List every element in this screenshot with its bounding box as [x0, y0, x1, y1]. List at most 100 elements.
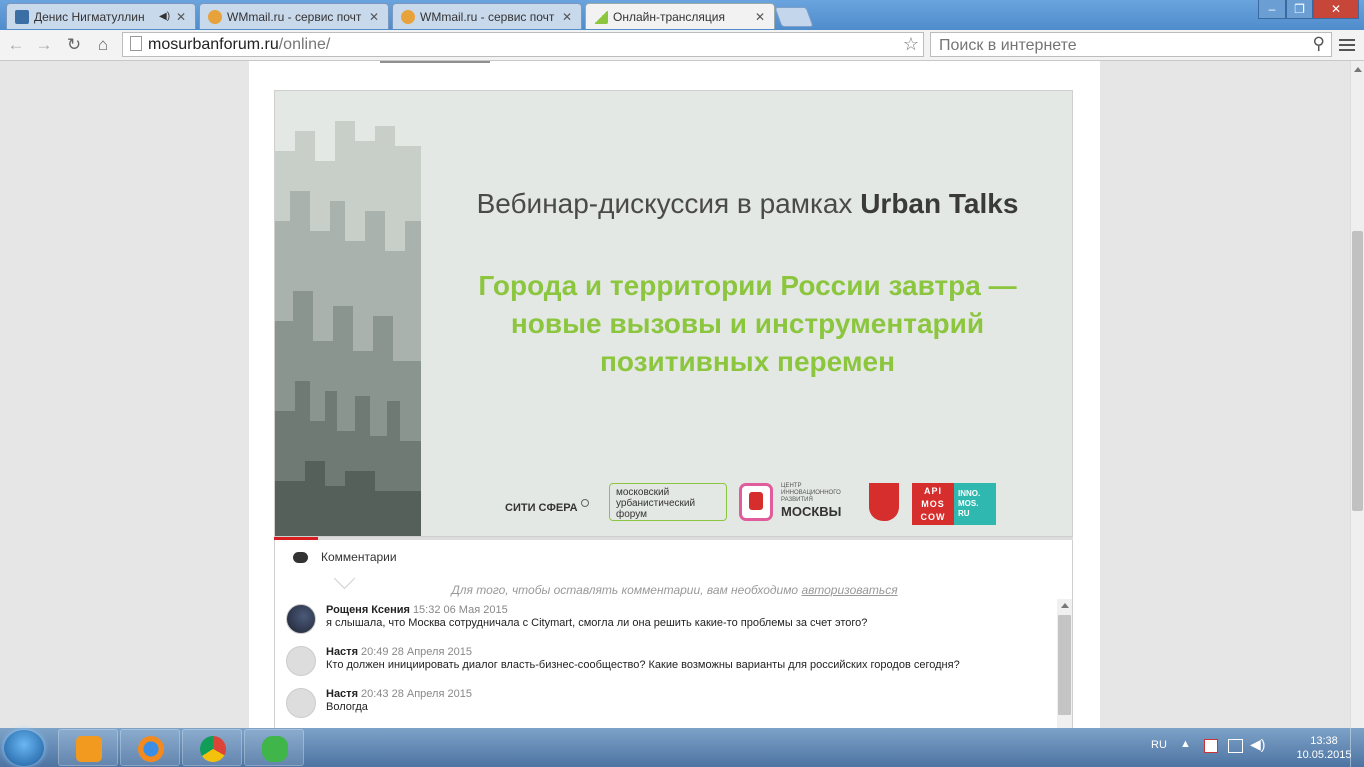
close-icon[interactable]: ✕ — [559, 10, 575, 24]
chrome-icon — [200, 736, 226, 762]
inno-mos-logo: INNO. MOS. RU — [954, 483, 996, 525]
comment-author-name: Рощеня Ксения — [326, 604, 410, 616]
tab-label: WMmail.ru - сервис почт — [227, 9, 362, 24]
page-scroll-thumb[interactable] — [1352, 231, 1363, 511]
sponsor-logos: СИТИ СФЕРА московский урбанистический фо… — [421, 479, 1072, 529]
close-icon[interactable]: ✕ — [366, 10, 382, 24]
login-link[interactable]: авторизоваться — [801, 583, 897, 597]
url-path: /online/ — [278, 36, 331, 53]
comment-text: Кто должен инициировать диалог власть-би… — [326, 659, 960, 671]
tab-label: Онлайн-трансляция — [613, 9, 726, 24]
logo-text: форум — [616, 509, 648, 520]
comments-scrollbar[interactable] — [1057, 599, 1072, 728]
bookmark-star-icon[interactable]: ☆ — [903, 33, 919, 56]
video-banner[interactable]: Вебинар-дискуссия в рамках Urban Talks Г… — [274, 90, 1073, 537]
scroll-up-arrow-icon[interactable] — [1061, 603, 1069, 608]
auth-notice-text: Для того, чтобы оставлять комментарии, в… — [451, 583, 799, 597]
clock[interactable]: 13:38 10.05.2015 — [1294, 734, 1354, 762]
comment-author-name: Настя — [326, 688, 358, 700]
avatar — [286, 646, 316, 676]
page-icon — [130, 36, 142, 51]
speaker-icon: ◀) — [159, 11, 171, 22]
address-bar[interactable]: mosurbanforum.ru/online/ ☆ — [122, 32, 924, 57]
comments-scroll-thumb[interactable] — [1058, 615, 1071, 715]
taskbar-app-chrome[interactable] — [182, 729, 242, 766]
firefox-icon — [138, 736, 164, 762]
comment-text: Вологда — [326, 701, 368, 713]
taskbar-app-icq[interactable] — [244, 729, 304, 766]
banner-title: Города и территории России завтра — новы… — [421, 267, 1072, 381]
tab-online[interactable]: Онлайн-трансляция ✕ — [585, 3, 775, 29]
tab-wmmail-1[interactable]: WMmail.ru - сервис почт ✕ — [199, 3, 389, 29]
comment-date: 20:43 28 Апреля 2015 — [361, 688, 472, 700]
tray-expand-icon[interactable]: ▲ — [1180, 738, 1191, 750]
clock-time: 13:38 — [1310, 735, 1338, 747]
menu-icon[interactable] — [1338, 36, 1356, 54]
wmmail-icon — [208, 9, 222, 24]
logo-text: INNO. — [958, 489, 981, 498]
logo-text: московский — [616, 487, 670, 498]
minimize-button[interactable]: – — [1258, 0, 1286, 19]
page-viewport: Вебинар-дискуссия в рамках Urban Talks Г… — [0, 61, 1350, 728]
start-button[interactable] — [4, 730, 44, 766]
tab-label: WMmail.ru - сервис почт — [420, 9, 555, 24]
comments-tab-label: Комментарии — [321, 550, 397, 564]
scroll-up-arrow-icon[interactable] — [1354, 67, 1362, 72]
tab-wmmail-2[interactable]: WMmail.ru - сервис почт ✕ — [392, 3, 582, 29]
close-icon[interactable]: ✕ — [752, 10, 768, 24]
home-button[interactable]: ⌂ — [91, 33, 115, 57]
innovation-center-logo: ЦЕНТР ИННОВАЦИОННОГО РАЗВИТИЯ МОСКВЫ — [739, 483, 857, 521]
mosurbanforum-icon — [594, 9, 608, 24]
page-scrollbar[interactable] — [1350, 61, 1364, 728]
auth-notice: Для того, чтобы оставлять комментарии, в… — [275, 583, 1074, 597]
logo-text: РАЗВИТИЯ — [781, 497, 813, 503]
maximize-button[interactable]: ❐ — [1286, 0, 1313, 19]
new-tab-button[interactable] — [774, 7, 814, 27]
browser-toolbar: ← → ↻ ⌂ mosurbanforum.ru/online/ ☆ ⚲ — [0, 30, 1364, 61]
forward-button[interactable]: → — [32, 33, 56, 57]
clock-date: 10.05.2015 — [1296, 749, 1352, 761]
volume-icon[interactable]: ◀) — [1250, 736, 1265, 753]
logo-text: ИННОВАЦИОННОГО — [781, 490, 841, 496]
taskbar-app-search[interactable] — [58, 729, 118, 766]
comment-author-name: Настя — [326, 646, 358, 658]
search-icon[interactable]: ⚲ — [1313, 34, 1325, 54]
logo-text: RU — [958, 509, 970, 518]
browser-tab-strip: Денис Нигматуллин ◀) ✕ WMmail.ru - серви… — [0, 0, 1364, 30]
system-tray: RU ▲ ◀) 13:38 10.05.2015 — [1144, 728, 1364, 767]
cropped-heading-fragment — [380, 61, 490, 63]
logo-text: урбанистический — [616, 498, 696, 509]
comments-panel: Для того, чтобы оставлять комментарии, в… — [274, 573, 1073, 728]
language-indicator[interactable]: RU — [1151, 739, 1167, 751]
moscow-emblem-icon — [869, 483, 899, 521]
search-input[interactable] — [937, 34, 1301, 57]
taskbar-app-firefox[interactable] — [120, 729, 180, 766]
logo-text: СИТИ СФЕРА — [505, 502, 578, 514]
comment-author: Настя 20:49 28 Апреля 2015 — [326, 646, 472, 658]
icq-flower-icon — [262, 736, 288, 762]
city-crest-icon — [739, 483, 773, 521]
tab-vk[interactable]: Денис Нигматуллин ◀) ✕ — [6, 3, 196, 29]
flag-icon[interactable] — [1204, 739, 1218, 753]
logo-text: ЦЕНТР — [781, 483, 802, 489]
reload-button[interactable]: ↻ — [62, 33, 86, 57]
comment-text: я слышала, что Москва сотрудничала с Cit… — [326, 617, 868, 629]
search-box[interactable]: ⚲ — [930, 32, 1332, 57]
back-button[interactable]: ← — [4, 33, 28, 57]
close-window-button[interactable]: ✕ — [1313, 0, 1359, 19]
network-icon[interactable] — [1228, 739, 1243, 753]
city-skyline-illustration — [275, 91, 421, 536]
tab-comments[interactable]: Комментарии — [293, 550, 397, 564]
logo-text: МОСКВЫ — [781, 504, 842, 519]
avatar — [286, 604, 316, 634]
comments-header: Комментарии — [274, 540, 1073, 574]
show-desktop-button[interactable] — [1350, 728, 1364, 767]
windows-taskbar: RU ▲ ◀) 13:38 10.05.2015 — [0, 728, 1364, 767]
url-host: mosurbanforum.ru — [148, 36, 279, 53]
siti-sfera-logo: СИТИ СФЕРА — [505, 499, 589, 514]
close-icon[interactable]: ✕ — [173, 10, 189, 24]
comment-author: Рощеня Ксения 15:32 06 Мая 2015 — [326, 604, 508, 616]
api-mos-logo: API MOS COW — [912, 483, 954, 525]
wmmail-icon — [401, 9, 415, 24]
banner-subtitle-prefix: Вебинар-дискуссия в рамках — [476, 188, 853, 219]
